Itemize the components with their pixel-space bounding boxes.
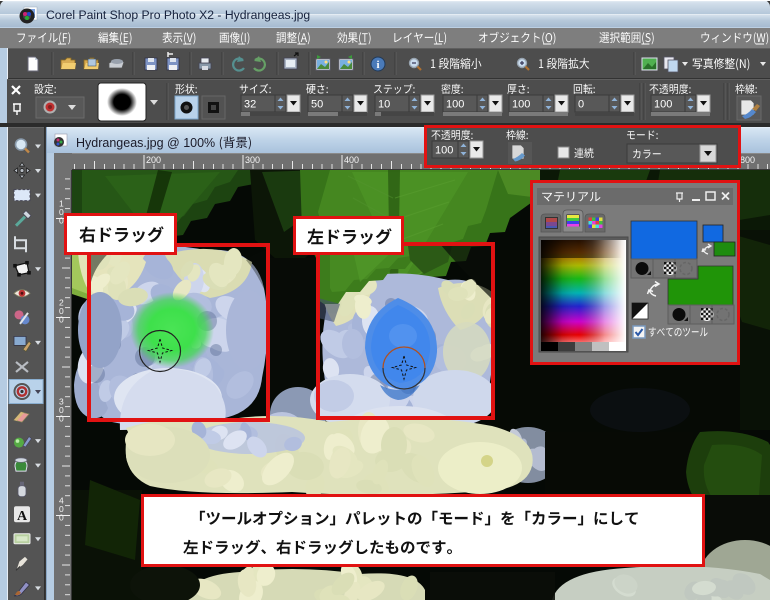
svg-text:A: A xyxy=(17,509,28,524)
svg-text:10: 10 xyxy=(378,99,390,111)
svg-text:0: 0 xyxy=(59,513,64,523)
svg-text:100: 100 xyxy=(654,99,672,111)
svg-text:100: 100 xyxy=(446,99,464,111)
svg-text:50: 50 xyxy=(311,99,323,111)
svg-text:300: 300 xyxy=(245,155,260,165)
svg-text:100: 100 xyxy=(512,99,530,111)
svg-text:0: 0 xyxy=(59,216,64,226)
svg-text:0: 0 xyxy=(578,99,584,111)
svg-text:i: i xyxy=(376,59,379,71)
svg-text:0: 0 xyxy=(59,315,64,325)
svg-text:800: 800 xyxy=(740,155,755,165)
svg-text:200: 200 xyxy=(146,155,161,165)
svg-text:100: 100 xyxy=(435,145,453,157)
svg-text:Corel Paint Shop Pro Photo X2: Corel Paint Shop Pro Photo X2 - Hydrange… xyxy=(46,8,310,22)
svg-text:0: 0 xyxy=(59,414,64,424)
svg-text:Hydrangeas.jpg @ 100%: Hydrangeas.jpg @ 100% xyxy=(76,136,215,150)
svg-text:400: 400 xyxy=(344,155,359,165)
svg-text:32: 32 xyxy=(244,99,256,111)
